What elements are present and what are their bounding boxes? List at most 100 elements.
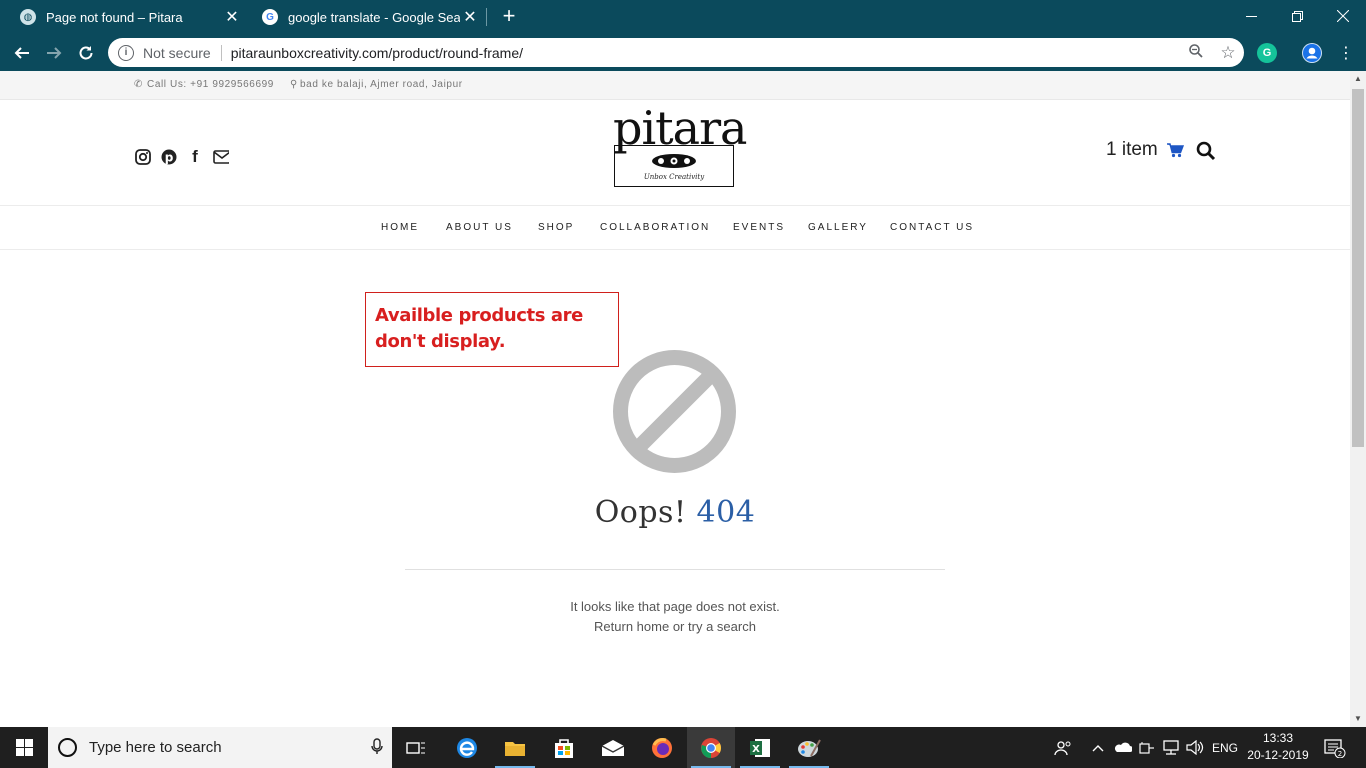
- cart-button[interactable]: 1 item: [1106, 139, 1184, 161]
- microphone-icon[interactable]: [362, 737, 392, 758]
- file-explorer-app[interactable]: [491, 727, 539, 768]
- mail-app[interactable]: [589, 727, 637, 768]
- folder-icon: [505, 741, 525, 756]
- nav-collaboration[interactable]: COLLABORATION: [600, 222, 710, 233]
- logo-tagline: Unbox Creativity: [643, 173, 705, 181]
- tab-title: google translate - Google Search: [288, 9, 460, 25]
- map-marker-icon: ⚲: [290, 79, 298, 90]
- scroll-thumb[interactable]: [1352, 89, 1364, 447]
- paint-app[interactable]: [785, 727, 833, 768]
- tab-divider: [486, 8, 487, 26]
- logo-wordmark: pitara: [613, 101, 747, 155]
- action-center-button[interactable]: 2: [1324, 727, 1346, 768]
- nav-contact-us[interactable]: CONTACT US: [890, 222, 974, 233]
- google-icon: G: [262, 9, 278, 25]
- reload-button[interactable]: [73, 40, 99, 66]
- chevron-up-icon[interactable]: [1092, 727, 1104, 768]
- close-icon: [1337, 10, 1349, 22]
- taskbar-search[interactable]: Type here to search: [48, 727, 392, 768]
- onedrive-cloud-icon[interactable]: [1114, 727, 1132, 768]
- try-search-link[interactable]: try a search: [688, 619, 756, 634]
- pinterest-icon[interactable]: p: [161, 149, 177, 165]
- contact-phone: Call Us: +91 9929566699: [147, 79, 274, 90]
- edge-app[interactable]: [443, 727, 491, 768]
- taskbar-search-placeholder: Type here to search: [89, 739, 222, 756]
- restore-button[interactable]: [1274, 0, 1320, 32]
- search-icon[interactable]: [1196, 141, 1216, 161]
- grammarly-icon[interactable]: G: [1257, 43, 1277, 63]
- profile-avatar-icon[interactable]: [1302, 43, 1322, 63]
- scroll-down-icon[interactable]: ▼: [1354, 714, 1362, 723]
- info-icon[interactable]: i: [118, 44, 134, 61]
- error-heading: Oops! 404: [0, 495, 1350, 530]
- svg-text:p: p: [165, 151, 174, 165]
- network-power-icon[interactable]: [1139, 727, 1155, 768]
- close-tab-icon[interactable]: ✕: [222, 7, 242, 27]
- notification-icon: 2: [1324, 738, 1346, 758]
- web-page: ✆ Call Us: +91 9929566699 ⚲ bad ke balaj…: [0, 71, 1350, 727]
- contact-address: bad ke balaji, Ajmer road, Jaipur: [300, 79, 463, 90]
- error-oops: Oops!: [594, 495, 687, 530]
- system-clock[interactable]: 13:33 20-12-2019: [1246, 730, 1310, 764]
- shopping-cart-icon: [1166, 143, 1184, 158]
- tab-title: Page not found – Pitara: [46, 9, 183, 25]
- divider: [405, 569, 945, 570]
- bookmark-star-icon[interactable]: ☆: [1212, 43, 1244, 63]
- nav-shop[interactable]: SHOP: [538, 222, 574, 233]
- security-label: Not secure: [143, 44, 211, 61]
- browser-tabstrip: ◍ Page not found – Pitara ✕ G google tra…: [0, 0, 1366, 34]
- logo-ornament-icon: [652, 154, 696, 168]
- nav-about-us[interactable]: ABOUT US: [446, 222, 513, 233]
- page-scrollbar[interactable]: ▲ ▼: [1350, 71, 1366, 727]
- site-logo[interactable]: pitara Unbox Creativity: [613, 105, 747, 187]
- chrome-icon: [701, 737, 722, 758]
- error-actions: Return home or try a search: [0, 619, 1350, 634]
- minimize-button[interactable]: [1228, 0, 1274, 32]
- excel-app[interactable]: X: [736, 727, 784, 768]
- windows-taskbar: Type here to search X ENG 13:33 20-12-20…: [0, 727, 1366, 768]
- people-icon[interactable]: [1054, 727, 1072, 768]
- svg-text:X: X: [752, 744, 760, 755]
- error-code: 404: [696, 495, 756, 530]
- error-message: It looks like that page does not exist.: [570, 599, 780, 614]
- zoom-icon[interactable]: [1180, 44, 1212, 61]
- or-text: or: [672, 619, 685, 634]
- new-tab-button[interactable]: +: [498, 5, 520, 27]
- mail-envelope-icon: [601, 739, 625, 756]
- task-view-button[interactable]: [392, 727, 440, 768]
- firefox-app[interactable]: [638, 727, 686, 768]
- network-icon[interactable]: [1162, 727, 1180, 768]
- language-indicator[interactable]: ENG: [1212, 727, 1238, 768]
- tab-page-not-found[interactable]: ◍ Page not found – Pitara ✕: [8, 0, 248, 34]
- address-bar[interactable]: i Not secure pitaraunboxcreativity.com/p…: [108, 38, 1244, 67]
- volume-icon[interactable]: [1186, 727, 1204, 768]
- back-button[interactable]: [9, 40, 35, 66]
- instagram-icon[interactable]: [135, 149, 151, 165]
- tab-google-search[interactable]: G google translate - Google Search ✕: [250, 0, 486, 34]
- store-app[interactable]: [540, 727, 588, 768]
- browser-toolbar: i Not secure pitaraunboxcreativity.com/p…: [0, 34, 1366, 71]
- minimize-icon: [1245, 15, 1257, 17]
- notification-count: 2: [1338, 750, 1342, 758]
- mail-icon[interactable]: [213, 149, 229, 165]
- return-home-link[interactable]: Return home: [594, 619, 669, 634]
- arrow-left-icon: [14, 47, 29, 59]
- nav-events[interactable]: EVENTS: [733, 222, 785, 233]
- url-text[interactable]: pitaraunboxcreativity.com/product/round-…: [231, 45, 1180, 61]
- cortana-icon: [58, 738, 77, 757]
- social-links: p f: [135, 147, 229, 166]
- store-bag-icon: [555, 738, 573, 758]
- chrome-app[interactable]: [687, 727, 735, 768]
- ban-icon: [613, 350, 736, 473]
- nav-gallery[interactable]: GALLERY: [808, 222, 868, 233]
- close-window-button[interactable]: [1320, 0, 1366, 32]
- close-tab-icon[interactable]: ✕: [460, 7, 480, 27]
- forward-button[interactable]: [41, 40, 67, 66]
- start-button[interactable]: [0, 727, 48, 768]
- facebook-icon[interactable]: f: [187, 147, 203, 166]
- firefox-icon: [652, 737, 672, 758]
- menu-kebab-icon[interactable]: ⋮: [1333, 40, 1359, 66]
- scroll-up-icon[interactable]: ▲: [1354, 74, 1362, 83]
- nav-home[interactable]: HOME: [381, 222, 419, 233]
- divider: [220, 44, 222, 61]
